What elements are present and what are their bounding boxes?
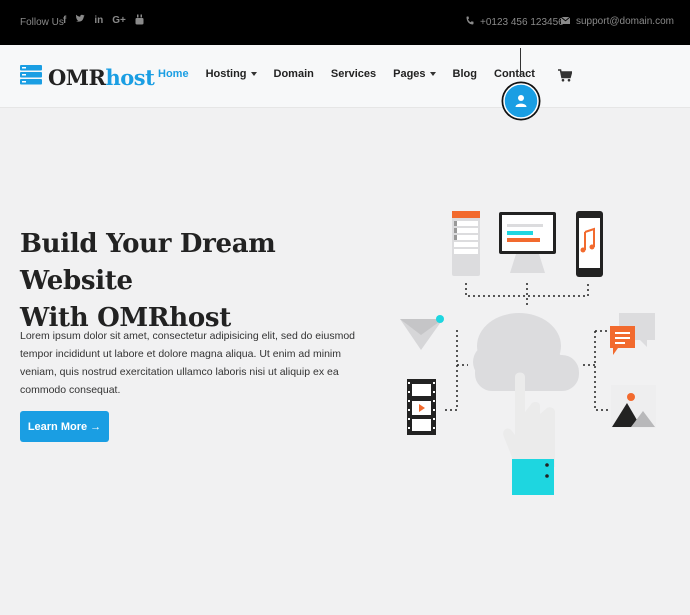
email-contact[interactable]: support@domain.com: [560, 16, 674, 27]
brand-name-part1: OMR: [48, 65, 106, 90]
cloud-hosting-illustration: [400, 211, 656, 495]
image-picture-icon: [611, 385, 656, 428]
follow-us-label: Follow Us: [20, 17, 64, 28]
account-button[interactable]: [501, 75, 541, 127]
monitor-icon: [499, 212, 556, 273]
primary-nav: Home Hosting Domain Services Pages Blog …: [158, 68, 552, 80]
nav-item-blog[interactable]: Blog: [453, 68, 477, 80]
linkedin-icon[interactable]: in: [94, 14, 103, 28]
brand-name: OMRhost: [48, 65, 155, 90]
chat-bubble-icon: [610, 313, 655, 355]
video-film-icon: [407, 379, 436, 435]
nav-item-home[interactable]: Home: [158, 68, 189, 80]
hero-title-line1: Build Your Dream Website: [20, 229, 276, 296]
phone-app-icon: [452, 211, 480, 276]
twitter-icon[interactable]: [75, 14, 86, 28]
envelope-icon: [560, 16, 571, 27]
brand-name-part2: host: [105, 65, 155, 90]
phone-contact[interactable]: +0123 456 123456: [466, 16, 564, 28]
nav-item-domain[interactable]: Domain: [274, 68, 314, 80]
caret-down-icon: [250, 72, 257, 76]
youtube-icon[interactable]: [135, 14, 144, 28]
nav-item-pages[interactable]: Pages: [393, 68, 436, 80]
social-links: f in G+: [63, 14, 144, 28]
facebook-icon[interactable]: f: [63, 14, 66, 28]
cart-icon[interactable]: [558, 69, 573, 87]
nav-item-hosting[interactable]: Hosting: [206, 68, 257, 80]
nav-hosting-label: Hosting: [205, 68, 247, 80]
nav-home-label: Home: [158, 68, 189, 80]
server-icon: [20, 65, 42, 90]
google-plus-icon[interactable]: G+: [112, 14, 126, 28]
caret-down-icon: [429, 72, 436, 76]
nav-services-label: Services: [330, 68, 377, 80]
top-bar: Follow Us f in G+ +0123 456 123456 suppo…: [0, 0, 690, 45]
nav-blog-label: Blog: [452, 68, 477, 80]
smartphone-music-icon: [576, 211, 603, 277]
learn-more-button[interactable]: Learn More →: [20, 411, 109, 442]
phone-number: +0123 456 123456: [480, 16, 564, 28]
phone-icon: [466, 16, 474, 28]
user-icon: [501, 81, 541, 121]
main-navbar: OMRhost Home Hosting Domain Services Pag…: [0, 45, 690, 108]
envelope-icon: [400, 315, 444, 350]
hero-title: Build Your Dream Website With OMRhost: [20, 226, 380, 337]
account-connector-line: [520, 48, 521, 75]
hero-description: Lorem ipsum dolor sit amet, consectetur …: [20, 330, 355, 396]
nav-pages-label: Pages: [393, 68, 426, 80]
email-address: support@domain.com: [576, 16, 674, 27]
nav-item-services[interactable]: Services: [331, 68, 376, 80]
nav-domain-label: Domain: [273, 68, 314, 80]
logo[interactable]: OMRhost: [20, 65, 155, 90]
cloud-icon: [473, 313, 579, 391]
